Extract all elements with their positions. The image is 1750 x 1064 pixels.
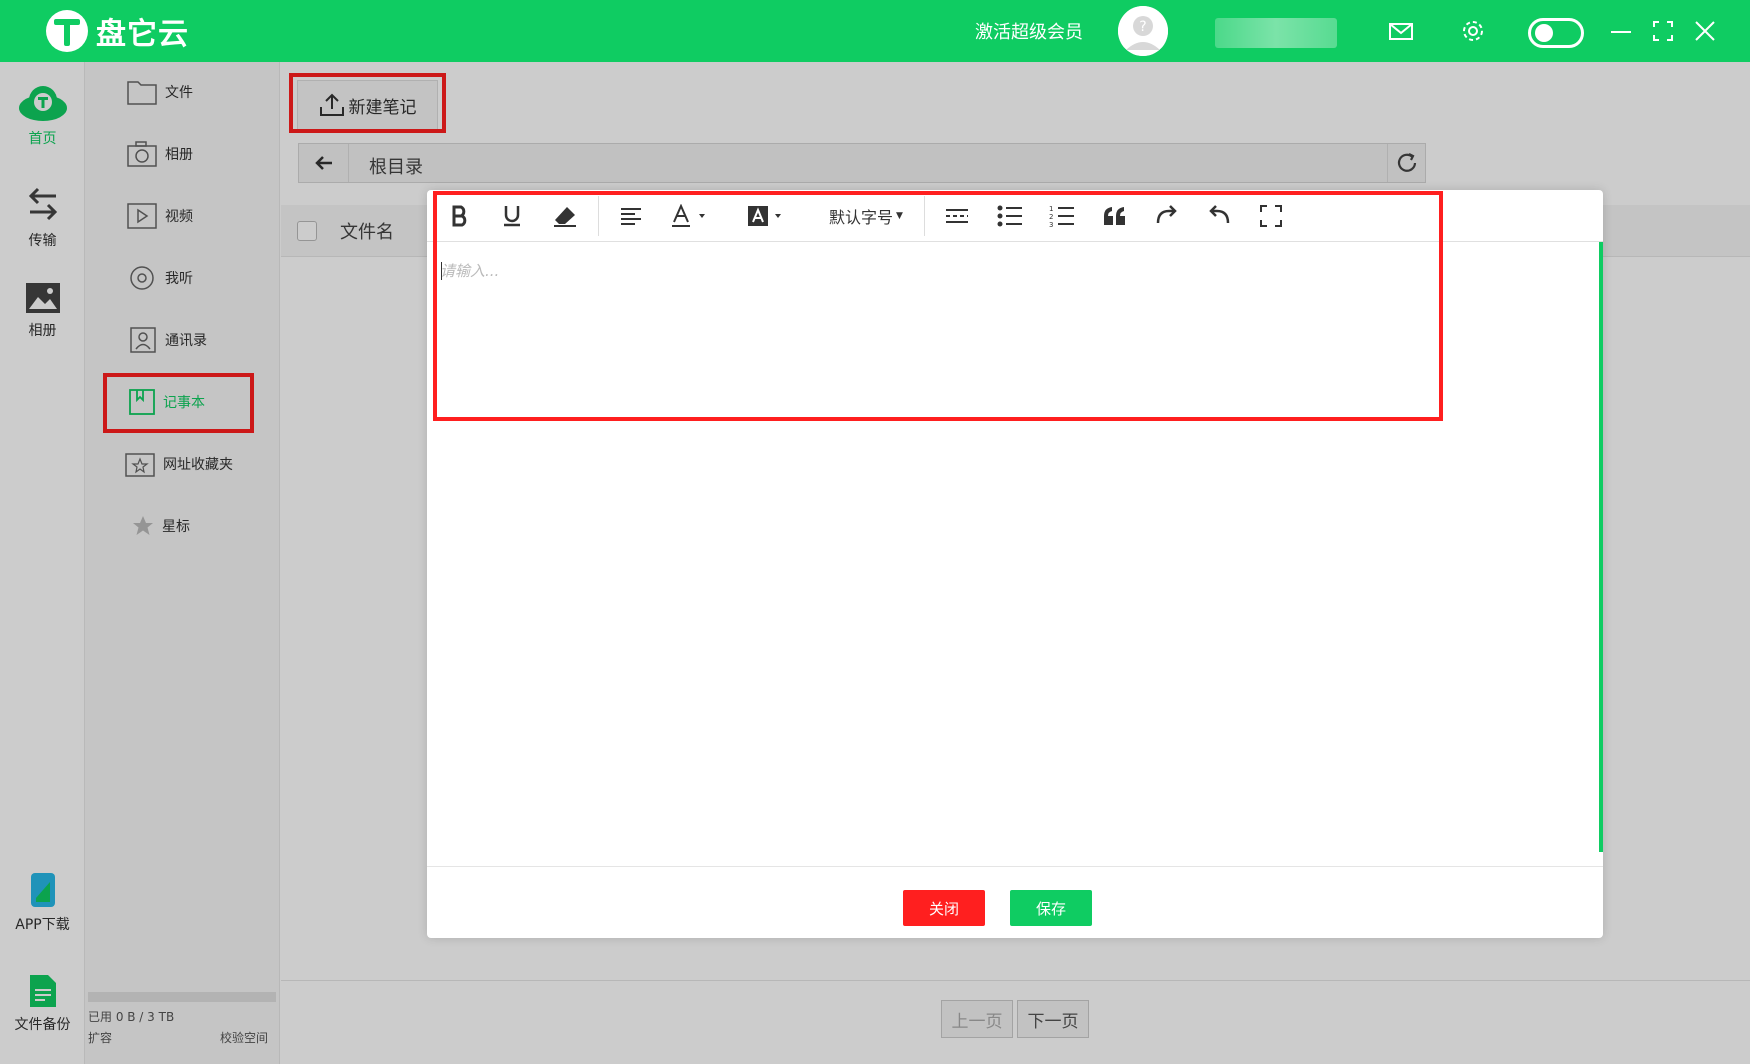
- logo-icon: [46, 10, 88, 52]
- toggle-knob: [1535, 24, 1553, 42]
- close-button[interactable]: 关闭: [903, 890, 985, 926]
- app-name: 盘它云: [96, 17, 189, 52]
- app-logo: 盘它云: [44, 8, 189, 54]
- save-button[interactable]: 保存: [1010, 890, 1092, 926]
- scrollbar[interactable]: [1599, 242, 1603, 852]
- avatar[interactable]: ?: [1118, 6, 1168, 56]
- mail-icon[interactable]: [1388, 18, 1414, 44]
- user-avatar-icon: ?: [1118, 6, 1168, 56]
- username-blurred: [1215, 18, 1337, 48]
- activate-vip-link[interactable]: 激活超级会员: [975, 18, 1083, 44]
- footer-divider: [427, 866, 1603, 867]
- close-icon[interactable]: [1692, 18, 1718, 44]
- gear-icon[interactable]: [1460, 18, 1486, 44]
- minimize-icon[interactable]: [1608, 18, 1634, 44]
- maximize-icon[interactable]: [1650, 18, 1676, 44]
- svg-text:?: ?: [1139, 19, 1146, 35]
- theme-toggle[interactable]: [1528, 18, 1584, 48]
- highlight-box-editor: [433, 191, 1443, 421]
- top-bar: 盘它云 激活超级会员 ?: [0, 0, 1750, 62]
